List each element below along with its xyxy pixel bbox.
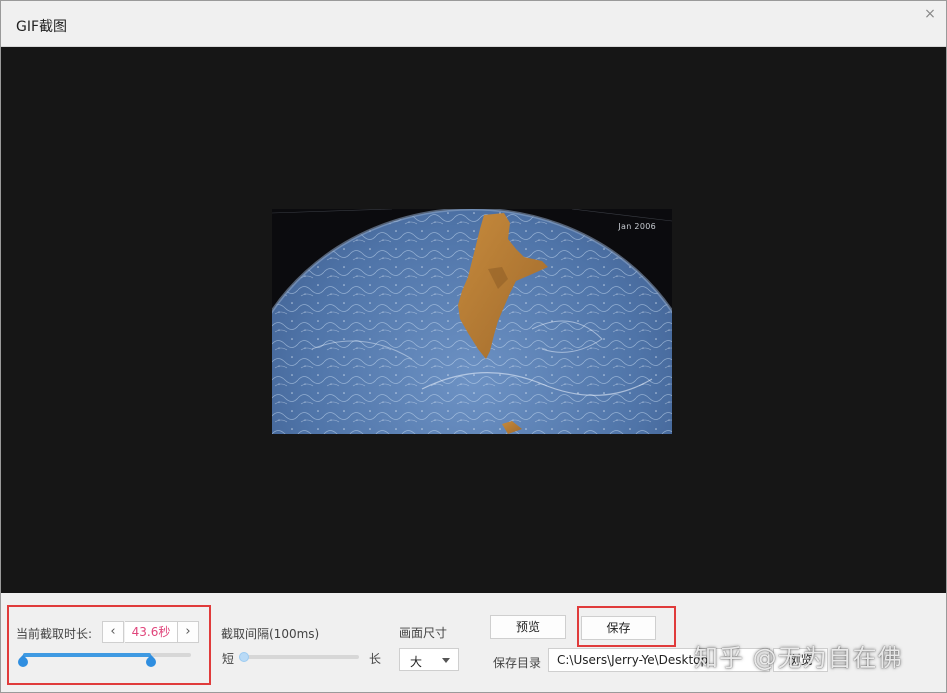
duration-increase-button[interactable]: › [177,621,199,643]
interval-min-label: 短 [222,652,235,666]
interval-slider-track[interactable] [241,655,359,659]
duration-label: 当前截取时长: [16,627,93,641]
interval-slider-handle[interactable] [239,652,249,662]
earth-ocean-image [272,209,672,434]
size-select-value: 大 [410,655,423,669]
duration-highlight-box [7,605,211,685]
frame-date-label: Jan 2006 [618,222,656,231]
watermark-text: 知乎 @无为自在佛 [694,644,903,672]
size-label: 画面尺寸 [399,626,448,640]
size-select[interactable]: 大 [399,648,459,671]
save-dir-label: 保存目录 [493,656,542,670]
duration-value: 43.6秒 [125,621,177,643]
interval-max-label: 长 [369,652,382,666]
window-title: GIF截图 [16,19,68,35]
preview-stage: Jan 2006 [1,47,946,593]
title-bar[interactable]: GIF截图 × [1,1,946,47]
duration-decrease-button[interactable]: ‹ [102,621,124,643]
chevron-down-icon [442,658,450,663]
gif-capture-window: GIF截图 × Jan 2006 当前截取时长: ‹ 43.6秒 › 截取间隔(… [0,0,947,693]
duration-range-fill [23,653,151,657]
close-icon[interactable]: × [923,7,937,21]
preview-button[interactable]: 预览 [490,615,566,639]
interval-label: 截取间隔(100ms) [221,627,320,641]
save-button[interactable]: 保存 [581,616,656,640]
preview-frame: Jan 2006 [272,209,672,434]
